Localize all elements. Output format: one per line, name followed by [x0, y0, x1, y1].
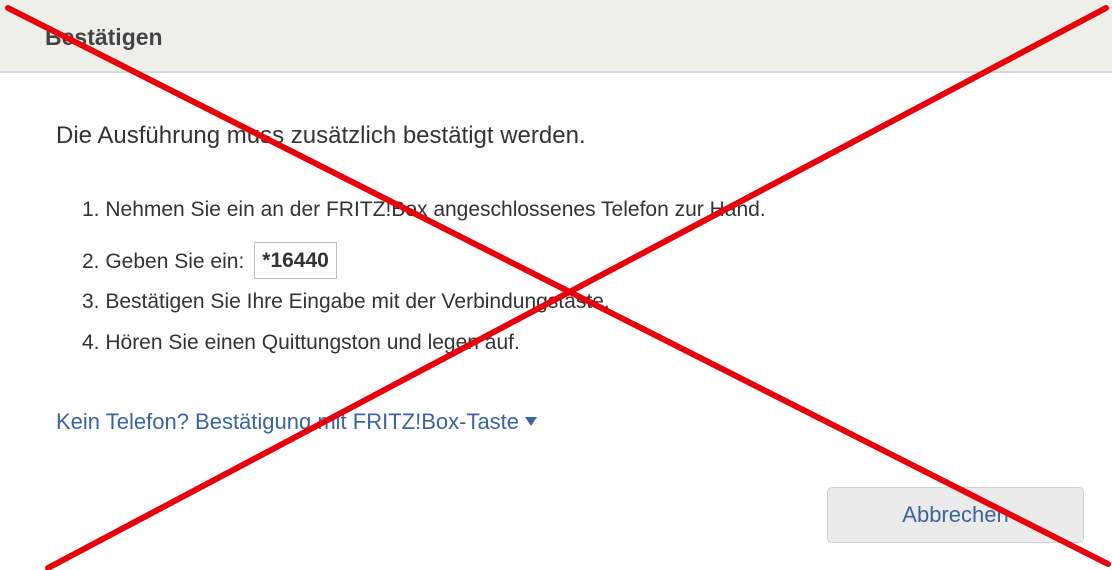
fritzbox-button-confirm-link[interactable]: Kein Telefon? Bestätigung mit FRITZ!Box-…: [56, 409, 538, 435]
caret-down-icon: [525, 417, 538, 426]
step-item: 2. Geben Sie ein: *16440: [82, 242, 337, 281]
step-item: 1. Nehmen Sie ein an der FRITZ!Box anges…: [82, 198, 766, 221]
code-box: *16440: [254, 242, 337, 279]
dialog-title: Bestätigen: [45, 24, 163, 50]
step-item: 4. Hören Sie einen Quittungston und lege…: [82, 331, 520, 354]
alt-link-label: Kein Telefon? Bestätigung mit FRITZ!Box-…: [56, 409, 520, 434]
intro-text: Die Ausführung muss zusätzlich bestätigt…: [56, 122, 586, 149]
cancel-button[interactable]: Abbrechen: [827, 487, 1084, 543]
cross-line-2: [45, 5, 1109, 570]
step-item: 3. Bestätigen Sie Ihre Eingabe mit der V…: [82, 290, 610, 313]
confirm-dialog: Bestätigen Die Ausführung muss zusätzlic…: [0, 0, 1112, 570]
cross-line-1: [5, 5, 1111, 567]
dialog-header: Bestätigen: [0, 0, 1112, 73]
cross-overlay: [5, 5, 1111, 570]
step-text: 2. Geben Sie ein:: [82, 250, 245, 274]
